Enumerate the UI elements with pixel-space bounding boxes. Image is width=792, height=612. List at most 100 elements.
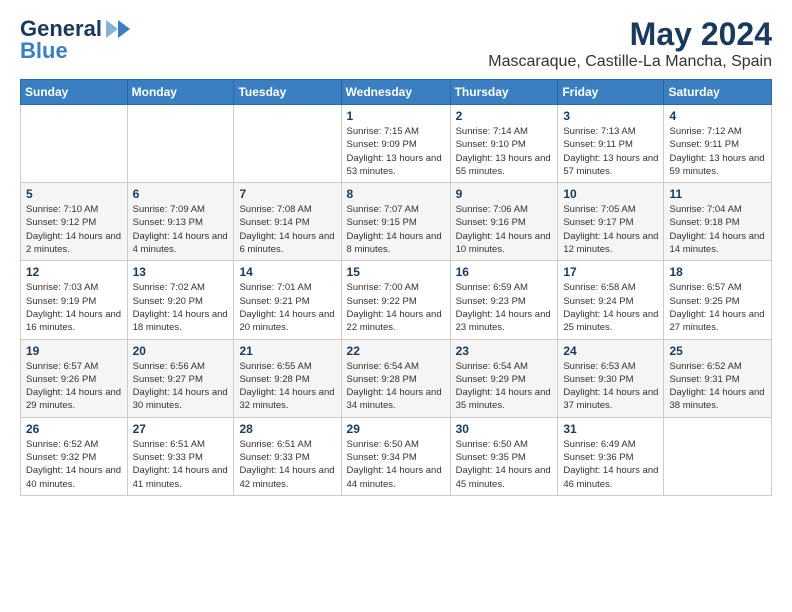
day-cell: 1 Sunrise: 7:15 AM Sunset: 9:09 PM Daylig… <box>341 105 450 183</box>
day-info: Sunrise: 7:06 AM Sunset: 9:16 PM Dayligh… <box>456 203 553 256</box>
week-row-3: 12 Sunrise: 7:03 AM Sunset: 9:19 PM Dayli… <box>21 261 772 339</box>
day-info: Sunrise: 6:49 AM Sunset: 9:36 PM Dayligh… <box>563 438 658 491</box>
day-number: 14 <box>239 265 335 279</box>
day-info: Sunrise: 7:12 AM Sunset: 9:11 PM Dayligh… <box>669 125 766 178</box>
day-cell: 23 Sunrise: 6:54 AM Sunset: 9:29 PM Dayli… <box>450 339 558 417</box>
day-info: Sunrise: 7:00 AM Sunset: 9:22 PM Dayligh… <box>347 281 445 334</box>
day-cell: 5Sunrise: 7:10 AM Sunset: 9:12 PM Daylig… <box>21 183 128 261</box>
day-info: Sunrise: 6:56 AM Sunset: 9:27 PM Dayligh… <box>133 360 229 413</box>
day-number: 31 <box>563 422 658 436</box>
day-cell: 28 Sunrise: 6:51 AM Sunset: 9:33 PM Dayli… <box>234 417 341 495</box>
day-number: 13 <box>133 265 229 279</box>
week-row-1: 1 Sunrise: 7:15 AM Sunset: 9:09 PM Daylig… <box>21 105 772 183</box>
header: General Blue May 2024 Mascaraque, Castil… <box>20 16 772 71</box>
day-info: Sunrise: 7:13 AM Sunset: 9:11 PM Dayligh… <box>563 125 658 178</box>
day-cell: 21 Sunrise: 6:55 AM Sunset: 9:28 PM Dayli… <box>234 339 341 417</box>
day-cell: 17 Sunrise: 6:58 AM Sunset: 9:24 PM Dayli… <box>558 261 664 339</box>
day-number: 19 <box>26 344 122 358</box>
day-info: Sunrise: 7:09 AM Sunset: 9:13 PM Dayligh… <box>133 203 229 256</box>
day-number: 1 <box>347 109 445 123</box>
day-info: Sunrise: 7:15 AM Sunset: 9:09 PM Dayligh… <box>347 125 445 178</box>
weekday-header-wednesday: Wednesday <box>341 80 450 105</box>
title-area: May 2024 Mascaraque, Castille-La Mancha,… <box>488 16 772 71</box>
calendar-table: SundayMondayTuesdayWednesdayThursdayFrid… <box>20 79 772 496</box>
day-cell: 19 Sunrise: 6:57 AM Sunset: 9:26 PM Dayli… <box>21 339 128 417</box>
day-info: Sunrise: 6:52 AM Sunset: 9:31 PM Dayligh… <box>669 360 766 413</box>
day-cell: 10Sunrise: 7:05 AM Sunset: 9:17 PM Dayli… <box>558 183 664 261</box>
day-info: Sunrise: 6:54 AM Sunset: 9:29 PM Dayligh… <box>456 360 553 413</box>
day-number: 24 <box>563 344 658 358</box>
day-cell: 25 Sunrise: 6:52 AM Sunset: 9:31 PM Dayli… <box>664 339 772 417</box>
weekday-header-sunday: Sunday <box>21 80 128 105</box>
day-number: 25 <box>669 344 766 358</box>
day-info: Sunrise: 7:03 AM Sunset: 9:19 PM Dayligh… <box>26 281 122 334</box>
day-info: Sunrise: 7:02 AM Sunset: 9:20 PM Dayligh… <box>133 281 229 334</box>
weekday-header-row: SundayMondayTuesdayWednesdayThursdayFrid… <box>21 80 772 105</box>
day-number: 3 <box>563 109 658 123</box>
day-number: 2 <box>456 109 553 123</box>
day-cell: 11 Sunrise: 7:04 AM Sunset: 9:18 PM Dayli… <box>664 183 772 261</box>
week-row-5: 26 Sunrise: 6:52 AM Sunset: 9:32 PM Dayli… <box>21 417 772 495</box>
day-number: 29 <box>347 422 445 436</box>
day-cell: 6 Sunrise: 7:09 AM Sunset: 9:13 PM Daylig… <box>127 183 234 261</box>
day-cell <box>234 105 341 183</box>
day-number: 28 <box>239 422 335 436</box>
day-number: 6 <box>133 187 229 201</box>
day-info: Sunrise: 6:50 AM Sunset: 9:34 PM Dayligh… <box>347 438 445 491</box>
day-number: 11 <box>669 187 766 201</box>
logo-blue-text: Blue <box>20 38 68 64</box>
day-cell <box>127 105 234 183</box>
day-cell: 18 Sunrise: 6:57 AM Sunset: 9:25 PM Dayli… <box>664 261 772 339</box>
day-info: Sunrise: 6:54 AM Sunset: 9:28 PM Dayligh… <box>347 360 445 413</box>
day-number: 8 <box>347 187 445 201</box>
day-cell: 14Sunrise: 7:01 AM Sunset: 9:21 PM Dayli… <box>234 261 341 339</box>
week-row-4: 19 Sunrise: 6:57 AM Sunset: 9:26 PM Dayli… <box>21 339 772 417</box>
day-cell: 26 Sunrise: 6:52 AM Sunset: 9:32 PM Dayli… <box>21 417 128 495</box>
day-number: 15 <box>347 265 445 279</box>
day-info: Sunrise: 6:57 AM Sunset: 9:26 PM Dayligh… <box>26 360 122 413</box>
day-cell: 31 Sunrise: 6:49 AM Sunset: 9:36 PM Dayli… <box>558 417 664 495</box>
day-info: Sunrise: 6:51 AM Sunset: 9:33 PM Dayligh… <box>239 438 335 491</box>
weekday-header-thursday: Thursday <box>450 80 558 105</box>
day-cell: 24 Sunrise: 6:53 AM Sunset: 9:30 PM Dayli… <box>558 339 664 417</box>
day-info: Sunrise: 6:51 AM Sunset: 9:33 PM Dayligh… <box>133 438 229 491</box>
week-row-2: 5Sunrise: 7:10 AM Sunset: 9:12 PM Daylig… <box>21 183 772 261</box>
day-number: 7 <box>239 187 335 201</box>
day-info: Sunrise: 6:58 AM Sunset: 9:24 PM Dayligh… <box>563 281 658 334</box>
day-info: Sunrise: 6:52 AM Sunset: 9:32 PM Dayligh… <box>26 438 122 491</box>
day-info: Sunrise: 7:08 AM Sunset: 9:14 PM Dayligh… <box>239 203 335 256</box>
day-number: 9 <box>456 187 553 201</box>
day-info: Sunrise: 7:14 AM Sunset: 9:10 PM Dayligh… <box>456 125 553 178</box>
day-cell: 15 Sunrise: 7:00 AM Sunset: 9:22 PM Dayli… <box>341 261 450 339</box>
day-number: 4 <box>669 109 766 123</box>
day-cell: 12 Sunrise: 7:03 AM Sunset: 9:19 PM Dayli… <box>21 261 128 339</box>
day-cell: 9 Sunrise: 7:06 AM Sunset: 9:16 PM Daylig… <box>450 183 558 261</box>
weekday-header-saturday: Saturday <box>664 80 772 105</box>
day-number: 27 <box>133 422 229 436</box>
day-cell: 2 Sunrise: 7:14 AM Sunset: 9:10 PM Daylig… <box>450 105 558 183</box>
day-number: 20 <box>133 344 229 358</box>
logo-flag-icon <box>104 18 132 40</box>
weekday-header-monday: Monday <box>127 80 234 105</box>
day-cell: 7 Sunrise: 7:08 AM Sunset: 9:14 PM Daylig… <box>234 183 341 261</box>
month-title: May 2024 <box>488 16 772 53</box>
day-info: Sunrise: 7:07 AM Sunset: 9:15 PM Dayligh… <box>347 203 445 256</box>
day-cell: 27 Sunrise: 6:51 AM Sunset: 9:33 PM Dayli… <box>127 417 234 495</box>
day-number: 21 <box>239 344 335 358</box>
day-info: Sunrise: 6:57 AM Sunset: 9:25 PM Dayligh… <box>669 281 766 334</box>
day-cell: 13 Sunrise: 7:02 AM Sunset: 9:20 PM Dayli… <box>127 261 234 339</box>
day-number: 10 <box>563 187 658 201</box>
day-info: Sunrise: 6:55 AM Sunset: 9:28 PM Dayligh… <box>239 360 335 413</box>
day-number: 12 <box>26 265 122 279</box>
day-number: 26 <box>26 422 122 436</box>
day-number: 17 <box>563 265 658 279</box>
day-number: 22 <box>347 344 445 358</box>
day-info: Sunrise: 6:50 AM Sunset: 9:35 PM Dayligh… <box>456 438 553 491</box>
day-number: 18 <box>669 265 766 279</box>
day-info: Sunrise: 7:04 AM Sunset: 9:18 PM Dayligh… <box>669 203 766 256</box>
day-cell: 3 Sunrise: 7:13 AM Sunset: 9:11 PM Daylig… <box>558 105 664 183</box>
day-info: Sunrise: 6:53 AM Sunset: 9:30 PM Dayligh… <box>563 360 658 413</box>
day-info: Sunrise: 6:59 AM Sunset: 9:23 PM Dayligh… <box>456 281 553 334</box>
day-number: 23 <box>456 344 553 358</box>
day-cell: 8 Sunrise: 7:07 AM Sunset: 9:15 PM Daylig… <box>341 183 450 261</box>
